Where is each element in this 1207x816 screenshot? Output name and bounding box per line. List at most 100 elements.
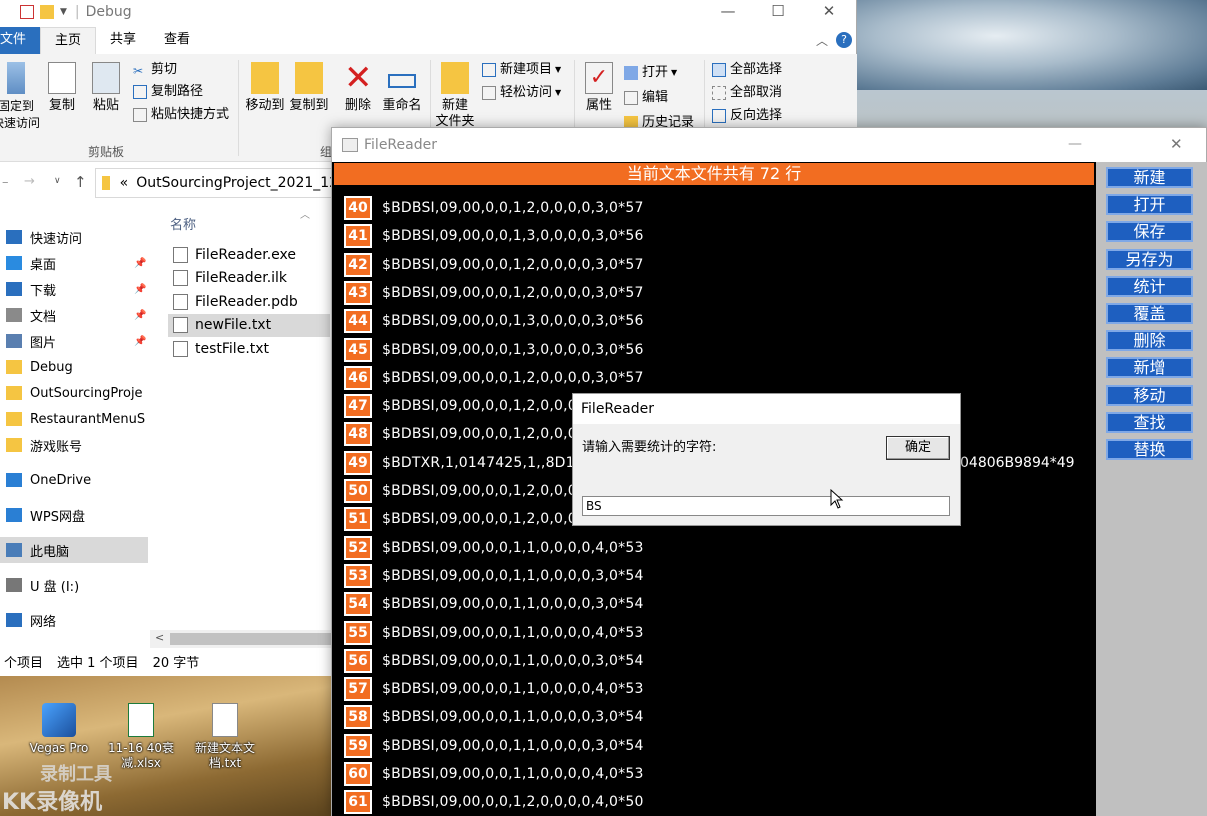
forward-arrow-icon[interactable]: → bbox=[24, 174, 35, 189]
add-button[interactable]: 新增 bbox=[1106, 357, 1193, 379]
nav-item[interactable]: Debug bbox=[0, 354, 160, 380]
delete-button[interactable]: ✕ 删除 bbox=[336, 61, 380, 114]
help-icon[interactable]: ? bbox=[836, 32, 852, 48]
pin-quick-access-button[interactable]: 固定到 快速访问 bbox=[0, 62, 40, 132]
line-number: 52 bbox=[344, 535, 372, 560]
select-all-button[interactable]: 全部选择 bbox=[712, 62, 782, 78]
watermark-text: KK录像机 bbox=[2, 790, 103, 815]
line-number: 44 bbox=[344, 309, 372, 334]
rename-button[interactable]: 重命名 bbox=[380, 62, 424, 114]
desktop-icon-label: Vegas Pro bbox=[29, 741, 89, 755]
nav-item[interactable]: 游戏账号 bbox=[0, 432, 160, 458]
save-as-button[interactable]: 另存为 bbox=[1106, 248, 1193, 270]
text-line-row: 56 $BDBSI,09,00,0,0,1,1,0,0,0,0,3,0*54 bbox=[344, 648, 644, 674]
nav-item-label: 游戏账号 bbox=[30, 439, 83, 455]
select-none-button[interactable]: 全部取消 bbox=[712, 85, 782, 101]
count-button[interactable]: 统计 bbox=[1106, 275, 1193, 297]
nav-item[interactable]: RestaurantMenuS bbox=[0, 406, 160, 432]
new-folder-button[interactable]: 新建 文件夹 bbox=[433, 62, 477, 130]
minimize-button[interactable]: — bbox=[1068, 136, 1082, 152]
character-input[interactable] bbox=[582, 496, 950, 516]
nav-item[interactable]: OneDrive bbox=[0, 467, 160, 493]
file-row[interactable]: newFile.txt bbox=[168, 313, 330, 337]
nav-item-label: Debug bbox=[30, 359, 73, 375]
back-arrow-icon[interactable]: – bbox=[2, 175, 9, 190]
scroll-left-icon[interactable]: < bbox=[155, 631, 164, 644]
copy-button[interactable]: 复制 bbox=[40, 62, 84, 114]
nav-item[interactable]: U 盘 (I:) bbox=[0, 572, 160, 598]
desktop-icon-txt[interactable]: 新建文本文档.txt bbox=[188, 703, 262, 771]
nav-item[interactable]: 此电脑 bbox=[0, 537, 148, 563]
copy-to-button[interactable]: 复制到 bbox=[287, 62, 331, 114]
nav-item[interactable]: 下载 📌 bbox=[0, 276, 160, 302]
text-line-row: 45 $BDBSI,09,00,0,0,1,3,0,0,0,0,3,0*56 bbox=[344, 337, 644, 363]
move-to-button[interactable]: 移动到 bbox=[243, 62, 287, 114]
column-header-name[interactable]: 名称 bbox=[170, 214, 196, 233]
paste-button[interactable]: 粘贴 bbox=[84, 62, 128, 114]
move-button[interactable]: 移动 bbox=[1106, 384, 1193, 406]
scrollbar-thumb[interactable] bbox=[170, 633, 332, 645]
line-text: $BDBSI,09,00,0,0,1,1,0,0,0,0,4,0*53 bbox=[382, 766, 644, 782]
delete-button[interactable]: 删除 bbox=[1106, 330, 1193, 352]
cut-label: 剪切 bbox=[151, 62, 178, 77]
tab-file[interactable]: 文件 bbox=[0, 27, 41, 54]
new-button[interactable]: 新建 bbox=[1106, 167, 1193, 188]
replace-button[interactable]: 替换 bbox=[1106, 439, 1193, 460]
nav-item-label: 网络 bbox=[30, 614, 57, 630]
save-button[interactable]: 保存 bbox=[1106, 221, 1193, 243]
new-folder-icon bbox=[441, 62, 469, 94]
file-row[interactable]: FileReader.pdb bbox=[168, 290, 330, 313]
file-name: newFile.txt bbox=[195, 317, 272, 333]
open-button[interactable]: 打开 bbox=[1106, 194, 1193, 216]
dialog-title: FileReader bbox=[573, 394, 960, 424]
folder-icon[interactable] bbox=[40, 5, 54, 19]
nav-item[interactable]: 图片 📌 bbox=[0, 328, 160, 354]
dropdown-arrow-icon[interactable]: ▼ bbox=[60, 7, 67, 17]
paste-shortcut-button[interactable]: 粘贴快捷方式 bbox=[133, 107, 229, 123]
pin-icon[interactable]: 📌 bbox=[134, 336, 146, 347]
nav-item[interactable]: 快速访问 bbox=[0, 224, 160, 250]
desktop-icon-vegas[interactable]: Vegas Pro bbox=[22, 703, 96, 756]
properties-check-icon[interactable] bbox=[20, 5, 34, 19]
tab-home[interactable]: 主页 bbox=[40, 27, 97, 54]
tab-view[interactable]: 查看 bbox=[150, 27, 204, 54]
file-row[interactable]: FileReader.exe bbox=[168, 243, 330, 266]
easy-access-button[interactable]: 轻松访问 ▼ bbox=[482, 85, 561, 101]
nav-item[interactable]: OutSourcingProje bbox=[0, 380, 160, 406]
close-button[interactable]: ✕ bbox=[806, 0, 852, 24]
minimize-button[interactable]: — bbox=[705, 0, 751, 24]
invert-selection-button[interactable]: 反向选择 bbox=[712, 108, 782, 124]
nav-item[interactable]: 文档 📌 bbox=[0, 302, 160, 328]
desktop-icon-xlsx[interactable]: 11-16 40衰减.xlsx bbox=[104, 703, 178, 771]
edit-button[interactable]: 编辑 bbox=[624, 90, 668, 106]
properties-button[interactable]: ✓ 属性 bbox=[577, 62, 621, 114]
file-row[interactable]: testFile.txt bbox=[168, 337, 330, 360]
breadcrumb-overflow-icon[interactable]: « bbox=[120, 175, 129, 191]
pin-icon[interactable]: 📌 bbox=[134, 310, 146, 321]
pin-icon[interactable]: 📌 bbox=[134, 284, 146, 295]
sort-up-icon[interactable]: ︿ bbox=[300, 206, 310, 221]
open-button[interactable]: 打开 ▼ bbox=[624, 65, 677, 81]
ok-button[interactable]: 确定 bbox=[886, 436, 950, 460]
maximize-button[interactable]: ☐ bbox=[755, 0, 801, 24]
navigation-pane: 快速访问 桌面 📌 下载 📌 文档 📌 图片 📌 Debug OutSourcingProje Res… bbox=[0, 224, 160, 634]
collapse-ribbon-icon[interactable]: ︿ bbox=[816, 32, 828, 49]
new-item-icon bbox=[482, 63, 496, 77]
cut-button[interactable]: ✂ 剪切 bbox=[133, 62, 177, 78]
overwrite-button[interactable]: 覆盖 bbox=[1106, 303, 1193, 324]
horizontal-scrollbar[interactable]: < bbox=[150, 630, 332, 648]
nav-item[interactable]: WPS网盘 bbox=[0, 502, 160, 528]
pin-icon[interactable]: 📌 bbox=[134, 258, 146, 269]
new-item-button[interactable]: 新建项目 ▼ bbox=[482, 62, 561, 78]
nav-item[interactable]: 桌面 📌 bbox=[0, 250, 160, 276]
nav-item[interactable]: 网络 bbox=[0, 607, 160, 633]
tab-share[interactable]: 共享 bbox=[96, 27, 150, 54]
file-row[interactable]: FileReader.ilk bbox=[168, 267, 330, 290]
recent-dropdown-icon[interactable]: ∨ bbox=[54, 176, 61, 186]
copy-path-button[interactable]: 复制路径 bbox=[133, 84, 203, 100]
address-box[interactable]: « OutSourcingProject_2021_12_2 bbox=[95, 168, 355, 198]
find-button[interactable]: 查找 bbox=[1106, 411, 1193, 433]
invert-selection-icon bbox=[712, 109, 726, 123]
close-button[interactable]: ✕ bbox=[1170, 135, 1183, 153]
up-arrow-icon[interactable]: ↑ bbox=[74, 173, 87, 191]
